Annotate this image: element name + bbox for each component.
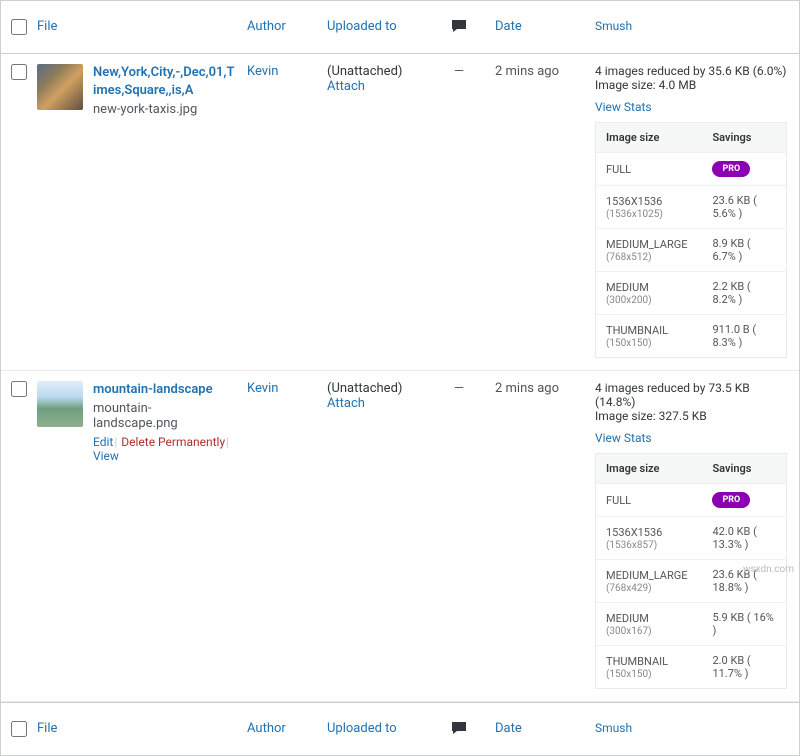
smush-image-size: Image size: 327.5 KB [595, 409, 787, 423]
stats-head-savings: Savings [702, 454, 786, 484]
stats-saving: 911.0 B ( 8.3% ) [702, 315, 786, 358]
pro-badge: PRO [712, 492, 750, 508]
stats-row: 1536X1536(1536x857) 42.0 KB ( 13.3% ) [596, 517, 787, 560]
view-stats-link[interactable]: View Stats [595, 431, 652, 445]
stats-row: FULL PRO [596, 484, 787, 517]
stats-size-name: 1536X1536(1536x1025) [596, 186, 703, 229]
stats-size-name: MEDIUM(300x167) [596, 603, 703, 646]
row-checkbox[interactable] [11, 64, 27, 80]
smush-summary: 4 images reduced by 73.5 KB (14.8%) [595, 381, 787, 409]
stats-saving: 23.6 KB ( 5.6% ) [702, 186, 786, 229]
row-checkbox[interactable] [11, 381, 27, 397]
attach-link[interactable]: Attach [327, 396, 423, 411]
stats-size-name: 1536X1536(1536x857) [596, 517, 703, 560]
col-comments[interactable] [429, 9, 489, 39]
stats-head-size: Image size [596, 454, 703, 484]
col-date[interactable]: Date [489, 711, 589, 738]
author-link[interactable]: Kevin [241, 371, 321, 398]
stats-size-name: FULL [596, 484, 703, 517]
stats-row: MEDIUM(300x167) 5.9 KB ( 16% ) [596, 603, 787, 646]
col-comments[interactable] [429, 711, 489, 741]
comments-dash: — [429, 54, 489, 81]
unattached-label: (Unattached) [327, 381, 423, 396]
select-all-checkbox[interactable] [11, 19, 27, 35]
table-row: New,York,City,-,Dec,01,Times,Square,,is,… [1, 54, 799, 371]
stats-row: FULL PRO [596, 153, 787, 186]
select-all-checkbox-footer[interactable] [11, 721, 27, 737]
view-stats-link[interactable]: View Stats [595, 100, 652, 114]
table-row: mountain-landscape mountain-landscape.pn… [1, 371, 799, 702]
stats-saving: 42.0 KB ( 13.3% ) [702, 517, 786, 560]
col-uploaded-to[interactable]: Uploaded to [321, 711, 429, 738]
col-author[interactable]: Author [241, 711, 321, 738]
attach-link[interactable]: Attach [327, 79, 423, 94]
edit-link[interactable]: Edit [93, 435, 113, 449]
unattached-label: (Unattached) [327, 64, 423, 79]
view-link[interactable]: View [93, 449, 119, 463]
stats-table: Image sizeSavings FULL PRO 1536X1536(153… [595, 122, 787, 358]
thumbnail[interactable] [37, 64, 83, 110]
table-header: File Author Uploaded to Date Smush [1, 1, 799, 54]
stats-size-name: MEDIUM(300x200) [596, 272, 703, 315]
media-table: File Author Uploaded to Date Smush New,Y… [0, 0, 800, 756]
stats-size-name: MEDIUM_LARGE(768x429) [596, 560, 703, 603]
stats-row: THUMBNAIL(150x150) 2.0 KB ( 11.7% ) [596, 646, 787, 689]
file-name: new-york-taxis.jpg [93, 102, 235, 117]
stats-size-name: MEDIUM_LARGE(768x512) [596, 229, 703, 272]
file-title[interactable]: New,York,City,-,Dec,01,Times,Square,,is,… [93, 64, 235, 100]
stats-size-name: FULL [596, 153, 703, 186]
file-title[interactable]: mountain-landscape [93, 381, 235, 399]
stats-saving: 2.0 KB ( 11.7% ) [702, 646, 786, 689]
author-link[interactable]: Kevin [241, 54, 321, 81]
comment-icon [451, 721, 467, 735]
file-name: mountain-landscape.png [93, 401, 235, 431]
table-footer: File Author Uploaded to Date Smush [1, 702, 799, 755]
date-value: 2 mins ago [489, 54, 589, 81]
stats-saving: 5.9 KB ( 16% ) [702, 603, 786, 646]
col-date[interactable]: Date [489, 9, 589, 36]
col-uploaded-to[interactable]: Uploaded to [321, 9, 429, 36]
watermark: wsxdn.com [743, 564, 794, 575]
row-actions: Edit| Delete Permanently| View [93, 435, 235, 463]
stats-saving: PRO [702, 153, 786, 186]
stats-head-size: Image size [596, 123, 703, 153]
stats-saving: PRO [702, 484, 786, 517]
comment-icon [451, 19, 467, 33]
col-smush[interactable]: Smush [589, 9, 799, 45]
col-file[interactable]: File [31, 9, 241, 36]
pro-badge: PRO [712, 161, 750, 177]
col-author[interactable]: Author [241, 9, 321, 36]
col-smush[interactable]: Smush [589, 711, 799, 747]
date-value: 2 mins ago [489, 371, 589, 398]
stats-saving: 8.9 KB ( 6.7% ) [702, 229, 786, 272]
stats-size-name: THUMBNAIL(150x150) [596, 315, 703, 358]
stats-row: THUMBNAIL(150x150) 911.0 B ( 8.3% ) [596, 315, 787, 358]
delete-link[interactable]: Delete Permanently [121, 435, 225, 449]
comments-dash: — [429, 371, 489, 398]
smush-summary: 4 images reduced by 35.6 KB (6.0%) [595, 64, 787, 78]
stats-head-savings: Savings [702, 123, 786, 153]
stats-row: MEDIUM(300x200) 2.2 KB ( 8.2% ) [596, 272, 787, 315]
stats-row: MEDIUM_LARGE(768x512) 8.9 KB ( 6.7% ) [596, 229, 787, 272]
stats-size-name: THUMBNAIL(150x150) [596, 646, 703, 689]
col-file[interactable]: File [31, 711, 241, 738]
stats-row: 1536X1536(1536x1025) 23.6 KB ( 5.6% ) [596, 186, 787, 229]
smush-image-size: Image size: 4.0 MB [595, 78, 787, 92]
stats-saving: 2.2 KB ( 8.2% ) [702, 272, 786, 315]
thumbnail[interactable] [37, 381, 83, 427]
